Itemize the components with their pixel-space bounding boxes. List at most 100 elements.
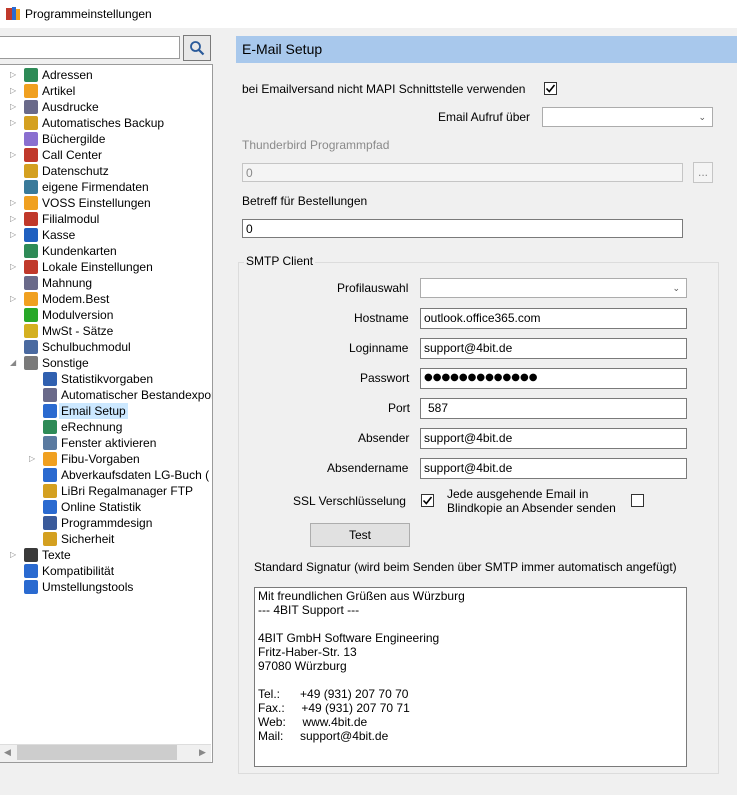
check-icon (545, 84, 556, 93)
expand-arrow-icon[interactable]: ▷ (10, 291, 19, 307)
tree-item[interactable]: ▷ Lokale Einstellungen (0, 259, 212, 275)
print-icon (43, 388, 57, 402)
signature-line: Mit freundlichen Grüßen aus Würzburg (258, 589, 465, 603)
tree-item[interactable]: ▷ Artikel (0, 83, 212, 99)
expand-arrow-icon[interactable]: ▷ (10, 147, 19, 163)
tree-item[interactable]: Programmdesign (0, 515, 212, 531)
expand-arrow-icon[interactable]: ▷ (10, 67, 19, 83)
tree-item[interactable]: ▷ Filialmodul (0, 211, 212, 227)
ssl-checkbox[interactable] (421, 494, 434, 507)
tree-item-label: Mahnung (42, 276, 93, 290)
tree-item-label: Lokale Einstellungen (42, 260, 153, 274)
scrollbar-thumb[interactable] (17, 745, 177, 760)
expand-arrow-icon[interactable]: ▷ (10, 115, 19, 131)
text-icon (24, 548, 38, 562)
tree-item[interactable]: Abverkaufsdaten LG-Buch ( (0, 467, 212, 483)
tree-item-label: Programmdesign (61, 516, 153, 530)
bcc-label-line1: Jede ausgehende Email in (447, 487, 589, 501)
betreff-field[interactable]: 0 (242, 219, 683, 238)
window-icon (43, 436, 57, 450)
mapi-checkbox[interactable] (544, 82, 557, 95)
absendername-field[interactable]: support@4bit.de (420, 458, 687, 479)
tree-item[interactable]: Büchergilde (0, 131, 212, 147)
expand-arrow-icon[interactable]: ▷ (10, 83, 19, 99)
backup-icon (24, 116, 38, 130)
expand-arrow-icon[interactable]: ▷ (10, 547, 19, 563)
tree-item[interactable]: ◢ Sonstige (0, 355, 212, 371)
tree-item-label: Artikel (42, 84, 76, 98)
tree-item-label: MwSt - Sätze (42, 324, 114, 338)
collapse-arrow-icon[interactable]: ◢ (10, 355, 19, 371)
grid-icon (43, 516, 57, 530)
tree-item[interactable]: Online Statistik (0, 499, 212, 515)
thunderbird-path-field[interactable]: 0 (242, 163, 683, 182)
tree-item[interactable]: ▷ Ausdrucke (0, 99, 212, 115)
scroll-left-icon[interactable]: ◀ (4, 747, 11, 758)
tree-item[interactable]: Schulbuchmodul (0, 339, 212, 355)
search-button[interactable] (183, 35, 211, 61)
tree-item-label: Kasse (42, 228, 76, 242)
tree-item[interactable]: ▷ Texte (0, 547, 212, 563)
tree-item[interactable]: ▷ VOSS Einstellungen (0, 195, 212, 211)
tree-item[interactable]: eRechnung (0, 419, 212, 435)
absender-field[interactable]: support@4bit.de (420, 428, 687, 449)
tree-item[interactable]: ▷ Call Center (0, 147, 212, 163)
tree-item[interactable]: ▷ Modem.Best (0, 291, 212, 307)
expand-arrow-icon[interactable]: ▷ (10, 259, 19, 275)
signature-line: Fritz-Haber-Str. 13 (258, 645, 357, 659)
tree-item[interactable]: Fenster aktivieren (0, 435, 212, 451)
tree-item[interactable]: Modulversion (0, 307, 212, 323)
star-icon (43, 452, 57, 466)
tree-item[interactable]: Mahnung (0, 275, 212, 291)
loginname-field[interactable]: support@4bit.de (420, 338, 687, 359)
tree-item-label: Umstellungstools (42, 580, 134, 594)
lock-icon (24, 164, 38, 178)
tree-item[interactable]: Email Setup (0, 403, 212, 419)
tree-item[interactable]: ▷ Fibu-Vorgaben (0, 451, 212, 467)
hostname-field[interactable]: outlook.office365.com (420, 308, 687, 329)
port-field[interactable]: 587 (420, 398, 687, 419)
tree-item[interactable]: Sicherheit (0, 531, 212, 547)
search-icon (190, 41, 205, 56)
person-icon (24, 68, 38, 82)
tree-item[interactable]: ▷ Adressen (0, 67, 212, 83)
expand-arrow-icon[interactable]: ▷ (10, 211, 19, 227)
bcc-checkbox[interactable] (631, 494, 644, 507)
tree-item[interactable]: eigene Firmendaten (0, 179, 212, 195)
tree-item[interactable]: Kundenkarten (0, 243, 212, 259)
scroll-right-icon[interactable]: ▶ (199, 747, 206, 758)
tree-item[interactable]: Kompatibilität (0, 563, 212, 579)
email-aufruf-select[interactable]: ⌄ (542, 107, 713, 127)
tree-item[interactable]: ▷ Kasse (0, 227, 212, 243)
tree-item-label: Call Center (42, 148, 103, 162)
test-button[interactable]: Test (310, 523, 410, 547)
smtp-group-title: SMTP Client (244, 254, 316, 268)
signature-line (258, 617, 683, 631)
signature-textarea[interactable]: Mit freundlichen Grüßen aus Würzburg --- … (254, 587, 687, 767)
signature-line: Tel.: +49 (931) 207 70 70 (258, 687, 409, 701)
browse-button[interactable]: ... (693, 162, 713, 183)
tree-item-label: VOSS Einstellungen (42, 196, 151, 210)
tree-item[interactable]: Datenschutz (0, 163, 212, 179)
signature-line: 97080 Würzburg (258, 659, 347, 673)
profil-select[interactable]: ⌄ (420, 278, 687, 298)
expand-arrow-icon[interactable]: ▷ (29, 451, 38, 467)
expand-arrow-icon[interactable]: ▷ (10, 227, 19, 243)
tree-item[interactable]: MwSt - Sätze (0, 323, 212, 339)
star-icon (24, 292, 38, 306)
signature-line: Fax.: +49 (931) 207 70 71 (258, 701, 410, 715)
printer-icon (24, 276, 38, 290)
tree-item-label: eRechnung (61, 420, 123, 434)
phone-icon (24, 148, 38, 162)
tree-item[interactable]: Automatischer Bestandexport (0, 387, 212, 403)
settings-tree[interactable]: ▷ Adressen ▷ Artikel ▷ Ausdrucke ▷ Automatische… (0, 64, 213, 763)
tree-item[interactable]: Statistikvorgaben (0, 371, 212, 387)
search-input[interactable] (0, 36, 180, 59)
tree-item[interactable]: ▷ Automatisches Backup (0, 115, 212, 131)
expand-arrow-icon[interactable]: ▷ (10, 99, 19, 115)
bcc-label-line2: Blindkopie an Absender senden (447, 501, 616, 515)
expand-arrow-icon[interactable]: ▷ (10, 195, 19, 211)
tree-item[interactable]: LiBri Regalmanager FTP (0, 483, 212, 499)
tree-item[interactable]: Umstellungstools (0, 579, 212, 595)
passwort-field[interactable]: ●●●●●●●●●●●●● (420, 368, 687, 389)
